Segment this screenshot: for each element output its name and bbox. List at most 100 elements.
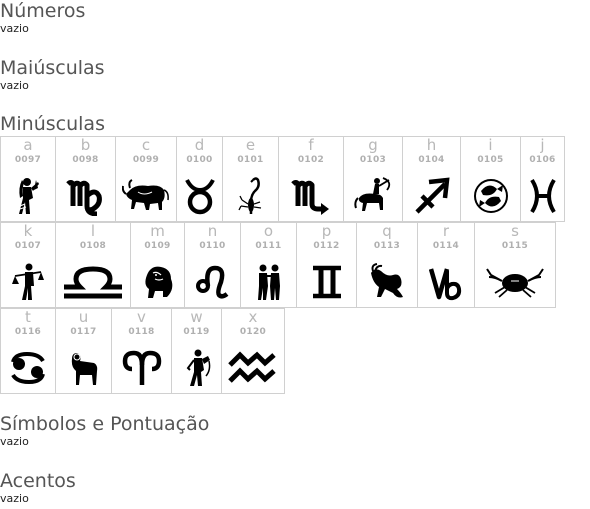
glyph-code: 0118	[128, 327, 155, 337]
section-empty-simbolos: vazio	[0, 435, 29, 448]
sagittarius-archer-icon	[344, 174, 402, 218]
aries-symbol-icon	[112, 346, 171, 390]
glyph-char: w	[190, 308, 203, 326]
section-title-minusculas: Minúsculas	[0, 113, 105, 135]
capricorn-symbol-icon	[418, 260, 474, 304]
section-title-numeros: Números	[0, 0, 86, 22]
aries-ram-icon	[56, 346, 111, 390]
gemini-symbol-icon	[297, 260, 356, 304]
glyph-char: p	[321, 222, 332, 240]
glyph-code: 0097	[14, 155, 42, 165]
glyph-char: j	[540, 136, 545, 154]
libra-figure-icon	[1, 260, 55, 304]
glyph-cell-s[interactable]: s 0115	[474, 222, 556, 308]
glyph-cell-i[interactable]: i 0105	[460, 136, 521, 222]
glyph-code: 0113	[373, 241, 401, 251]
glyph-code: 0117	[70, 327, 97, 337]
pisces-symbol-icon	[521, 174, 564, 218]
section-title-simbolos: Símbolos e Pontuação	[0, 413, 210, 435]
glyph-code: 0100	[186, 155, 213, 165]
glyph-char: l	[90, 222, 96, 240]
glyph-cell-d[interactable]: d 0100	[176, 136, 223, 222]
glyph-cell-r[interactable]: r 0114	[417, 222, 475, 308]
section-empty-acentos: vazio	[0, 492, 29, 505]
glyph-char: t	[25, 308, 31, 326]
virgo-symbol-icon	[56, 174, 115, 218]
glyph-row-1: a 0097 b 0098 c 0099 d 0100 e 0101 f 010…	[0, 136, 565, 222]
glyph-code: 0103	[359, 155, 387, 165]
glyph-cell-w[interactable]: w 0119	[171, 308, 222, 394]
section-maiusculas: Maiúsculas vazio	[0, 57, 105, 92]
glyph-code: 0108	[79, 241, 107, 251]
glyph-char: c	[141, 136, 151, 154]
glyph-cell-q[interactable]: q 0113	[356, 222, 418, 308]
glyph-cell-p[interactable]: p 0112	[296, 222, 357, 308]
section-minusculas: Minúsculas	[0, 113, 105, 135]
glyph-char: g	[368, 136, 378, 154]
glyph-cell-x[interactable]: x 0120	[221, 308, 285, 394]
glyph-code: 0102	[297, 155, 325, 165]
section-title-maiusculas: Maiúsculas	[0, 57, 105, 79]
glyph-char: m	[150, 222, 165, 240]
glyph-code: 0112	[313, 241, 340, 251]
glyph-char: o	[263, 222, 274, 240]
glyph-code: 0111	[255, 241, 282, 251]
cancer-crab-icon	[475, 260, 555, 304]
taurus-symbol-icon	[177, 174, 222, 218]
pisces-fish-icon	[461, 174, 520, 218]
glyph-cell-g[interactable]: g 0103	[343, 136, 403, 222]
glyph-char: v	[137, 308, 146, 326]
scorpio-scorpion-icon	[223, 174, 278, 218]
glyph-cell-m[interactable]: m 0109	[130, 222, 185, 308]
glyph-code: 0101	[237, 155, 264, 165]
taurus-bull-icon	[116, 174, 176, 218]
glyph-char: k	[23, 222, 33, 240]
glyph-char: a	[23, 136, 33, 154]
glyph-cell-e[interactable]: e 0101	[222, 136, 279, 222]
glyph-char: d	[194, 136, 205, 154]
glyph-cell-a[interactable]: a 0097	[0, 136, 56, 222]
libra-symbol-icon	[56, 260, 130, 304]
section-numeros: Números vazio	[0, 0, 85, 35]
glyph-char: b	[80, 136, 91, 154]
section-empty-numeros: vazio	[0, 22, 29, 35]
aquarius-bearer-icon	[172, 346, 221, 390]
glyph-cell-b[interactable]: b 0098	[55, 136, 116, 222]
glyph-char: i	[488, 136, 493, 154]
glyph-char: q	[382, 222, 392, 240]
glyph-cell-n[interactable]: n 0110	[184, 222, 241, 308]
glyph-code: 0107	[14, 241, 42, 251]
aquarius-symbol-icon	[222, 346, 284, 390]
glyph-code: 0114	[432, 241, 460, 251]
glyph-cell-t[interactable]: t 0116	[0, 308, 56, 394]
section-empty-maiusculas: vazio	[0, 79, 29, 92]
glyph-cell-v[interactable]: v 0118	[111, 308, 172, 394]
leo-lion-icon	[131, 260, 184, 304]
glyph-cell-h[interactable]: h 0104	[402, 136, 461, 222]
glyph-code: 0110	[199, 241, 226, 251]
glyph-char: s	[511, 222, 519, 240]
glyph-code: 0104	[418, 155, 445, 165]
glyph-code: 0106	[529, 155, 556, 165]
glyph-char: n	[207, 222, 218, 240]
glyph-char: x	[248, 308, 258, 326]
glyph-cell-o[interactable]: o 0111	[240, 222, 297, 308]
glyph-code: 0119	[183, 327, 210, 337]
glyph-cell-k[interactable]: k 0107	[0, 222, 56, 308]
gemini-twins-icon	[241, 260, 296, 304]
glyph-cell-j[interactable]: j 0106	[520, 136, 565, 222]
glyph-cell-u[interactable]: u 0117	[55, 308, 112, 394]
glyph-char: u	[78, 308, 89, 326]
glyph-char: e	[245, 136, 256, 154]
glyph-code: 0120	[239, 327, 267, 337]
glyph-char: r	[442, 222, 450, 240]
glyph-cell-c[interactable]: c 0099	[115, 136, 177, 222]
glyph-code: 0105	[477, 155, 504, 165]
glyph-code: 0116	[14, 327, 42, 337]
section-title-acentos: Acentos	[0, 470, 76, 492]
section-acentos: Acentos vazio	[0, 470, 76, 505]
glyph-row-3: t 0116 u 0117 v 0118 w 0119 x 0120	[0, 308, 285, 394]
glyph-cell-l[interactable]: l 0108	[55, 222, 131, 308]
glyph-code: 0109	[144, 241, 171, 251]
glyph-cell-f[interactable]: f 0102	[278, 136, 344, 222]
